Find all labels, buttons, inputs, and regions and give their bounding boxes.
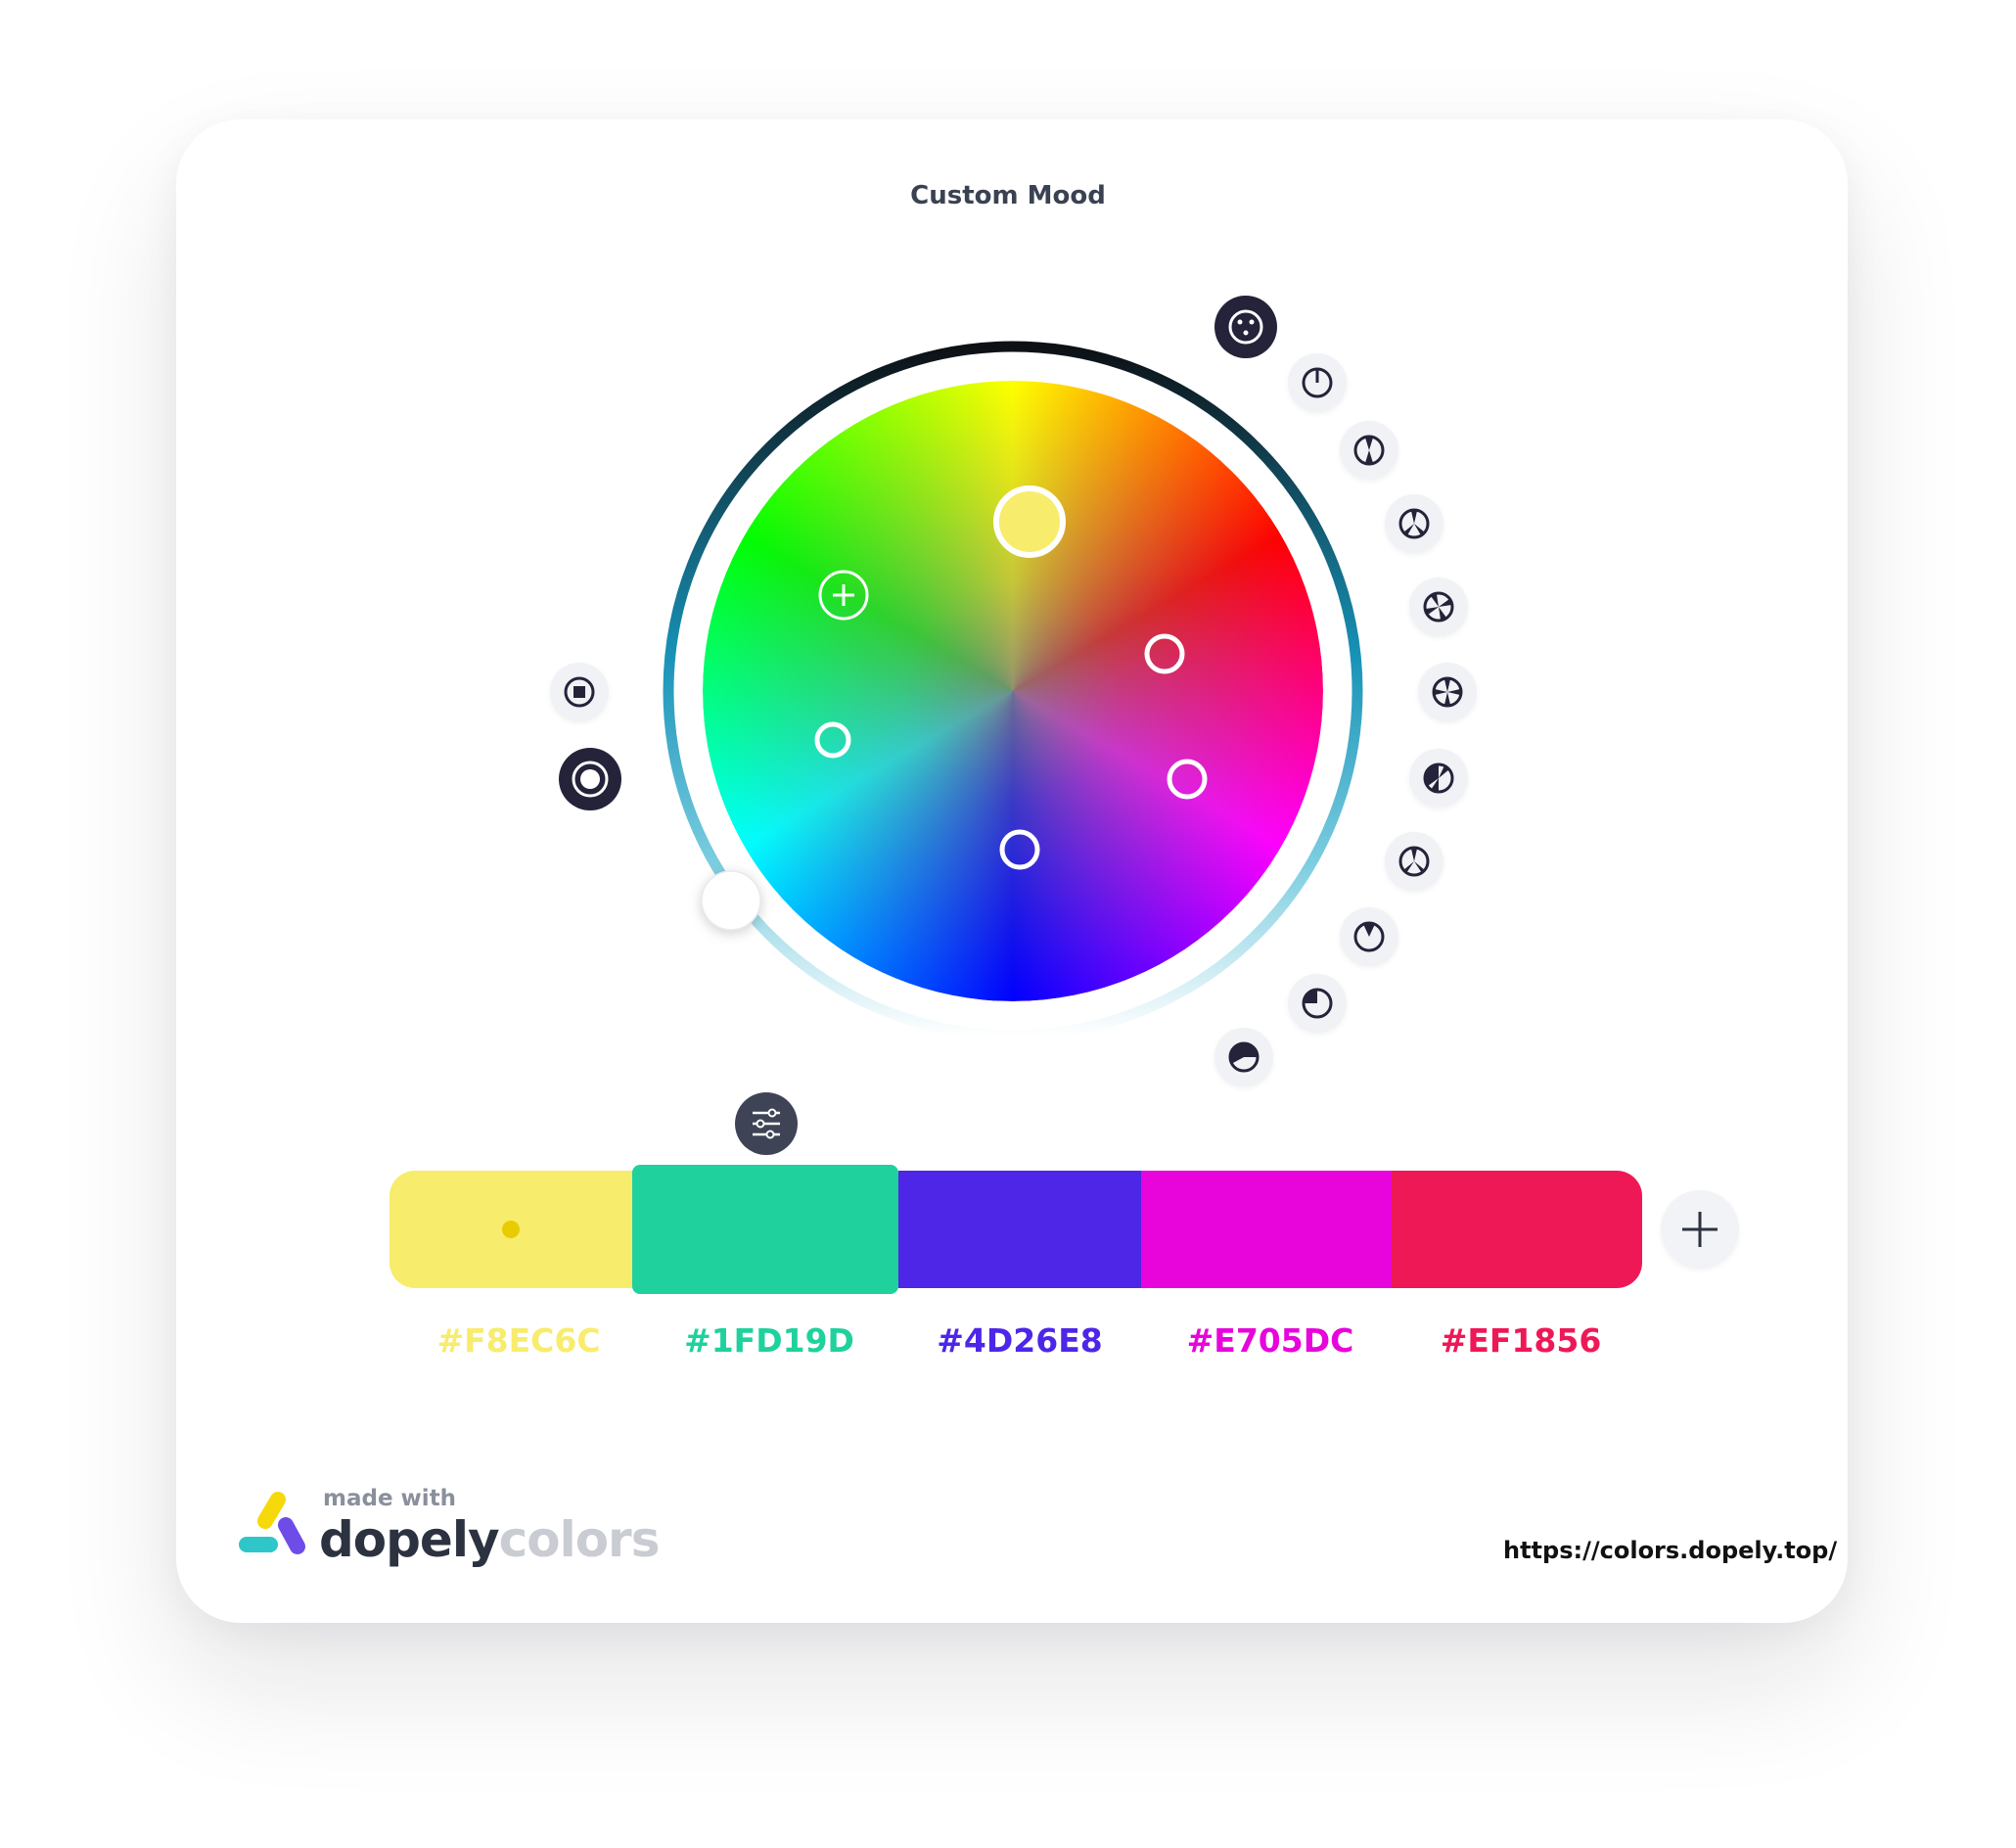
circle-mode-button[interactable] <box>559 748 621 810</box>
harmony-tetrad-button[interactable] <box>1409 578 1468 636</box>
dopely-logo-icon <box>239 1492 305 1554</box>
harmony-analogous-button[interactable] <box>1340 421 1398 480</box>
swatch-3[interactable] <box>898 1171 1141 1288</box>
shade-icon <box>1302 988 1333 1019</box>
brand-accent: colors <box>498 1511 661 1568</box>
swatch-1[interactable] <box>389 1171 632 1288</box>
swatch-4[interactable] <box>1141 1171 1392 1288</box>
palette-bar <box>389 1165 1642 1294</box>
made-with-text: made with <box>323 1486 457 1511</box>
sliders-icon <box>753 1108 780 1139</box>
harmony-triad-button[interactable] <box>1385 494 1443 553</box>
brand-main: dopely <box>319 1511 500 1568</box>
complement-icon <box>1353 921 1385 952</box>
harmony-shade-button[interactable] <box>1288 974 1347 1033</box>
swatch-2[interactable] <box>632 1165 898 1294</box>
triad-icon <box>1398 508 1430 539</box>
tone-icon <box>1228 1041 1260 1073</box>
harmony-tone-button[interactable] <box>1214 1028 1273 1086</box>
square-mode-icon <box>564 676 595 708</box>
random-harmony-icon <box>1228 309 1263 345</box>
harmony-complement-button[interactable] <box>1340 907 1398 966</box>
hex-label-2[interactable]: #1FD19D <box>652 1321 887 1360</box>
harmony-split-button[interactable] <box>1409 749 1468 808</box>
add-color-button[interactable] <box>1661 1190 1739 1269</box>
three-icon <box>1398 846 1430 877</box>
hex-label-4[interactable]: #E705DC <box>1153 1321 1388 1360</box>
analogous-icon <box>1353 435 1385 466</box>
hex-label-3[interactable]: #4D26E8 <box>902 1321 1137 1360</box>
brand-name: dopelycolors <box>319 1511 661 1568</box>
site-url[interactable]: https://colors.dopely.top/ <box>1503 1537 1837 1564</box>
plus-icon <box>1682 1212 1718 1247</box>
harmony-mono-button[interactable] <box>1288 353 1347 412</box>
main-color-handle[interactable] <box>993 485 1066 558</box>
square-icon <box>1432 676 1463 708</box>
harmony-three-button[interactable] <box>1385 832 1443 891</box>
harmony-square-button[interactable] <box>1418 663 1477 721</box>
color-wheel[interactable] <box>0 0 2016 1848</box>
circle-mode-icon <box>572 761 609 798</box>
adjust-color-button[interactable] <box>735 1092 798 1155</box>
brightness-knob[interactable] <box>701 870 761 931</box>
swatch-5[interactable] <box>1392 1171 1642 1288</box>
hex-label-5[interactable]: #EF1856 <box>1403 1321 1638 1360</box>
mono-icon <box>1302 367 1333 398</box>
harmony-random-button[interactable] <box>1214 296 1277 358</box>
selected-dot <box>502 1221 520 1238</box>
square-mode-button[interactable] <box>550 663 609 721</box>
hex-label-1[interactable]: #F8EC6C <box>401 1321 636 1360</box>
tetrad-icon <box>1423 591 1454 623</box>
split-icon <box>1423 762 1454 794</box>
